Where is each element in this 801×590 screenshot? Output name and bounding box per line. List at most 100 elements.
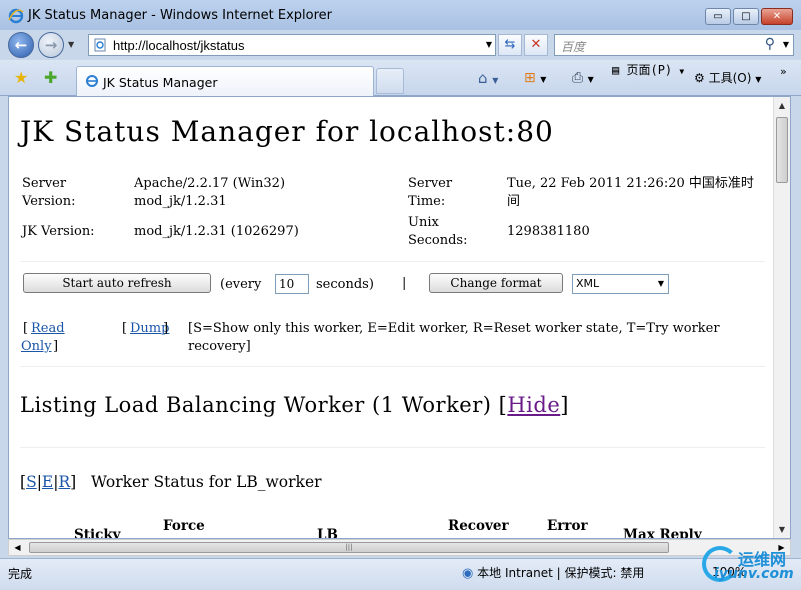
scroll-left-icon[interactable]: ◀ (9, 540, 26, 555)
home-icon[interactable]: ⌂ ▼ (478, 68, 498, 88)
globe-icon: ◉ (462, 566, 474, 581)
page-content: JK Status Manager for localhost:80 Serve… (9, 97, 774, 538)
server-version-value: Apache/2.2.17 (Win32) mod_jk/1.2.31 (134, 176, 286, 209)
scroll-down-icon[interactable]: ▼ (774, 521, 790, 538)
close-button[interactable]: ✕ (761, 8, 793, 25)
chevron-more-icon[interactable]: » (780, 62, 787, 82)
jk-version-value: mod_jk/1.2.31 (1026297) (134, 224, 299, 239)
new-tab-button[interactable] (376, 68, 404, 94)
worker-status-title: Worker Status for LB_worker (91, 473, 322, 491)
jk-version-label: JK Version: (22, 224, 95, 239)
feeds-icon[interactable]: ⊞ ▼ (524, 68, 546, 88)
column-header-lb: LB (317, 527, 338, 539)
unix-seconds-value: 1298381180 (507, 224, 590, 239)
format-select-value: XML (576, 277, 600, 290)
forward-arrow-icon: → (44, 36, 58, 54)
maximize-icon: □ (741, 11, 751, 22)
every-label: (every (220, 277, 262, 292)
security-zone-label: 本地 Intranet | 保护模式: 禁用 (477, 566, 645, 580)
horizontal-scrollbar[interactable]: ◀ ||| ▶ (8, 539, 791, 556)
refresh-button[interactable]: ⇆ (498, 34, 522, 56)
back-button[interactable]: ← (8, 32, 34, 58)
page-menu-label: 页面(P) (626, 63, 673, 77)
horizontal-scroll-thumb[interactable]: ||| (29, 542, 669, 553)
search-input[interactable]: 百度 ⚲ ▼ (554, 34, 794, 56)
unix-seconds-label: Unix Seconds: (408, 215, 468, 248)
window-title: JK Status Manager - Windows Internet Exp… (28, 8, 333, 23)
dump-open-bracket: [ (122, 321, 128, 336)
hide-link[interactable]: Hide (507, 393, 560, 417)
minimize-button[interactable]: ▭ (705, 8, 731, 25)
stop-button[interactable]: ✕ (524, 34, 548, 56)
history-dropdown-icon[interactable]: ▼ (68, 40, 74, 49)
edit-worker-link[interactable]: E (42, 473, 53, 491)
tools-menu[interactable]: ⚙ 工具(O) ▼ (694, 68, 761, 88)
dump-close-bracket: ] (163, 321, 169, 336)
change-format-button[interactable]: Change format (429, 273, 563, 293)
tab-jk-status-manager[interactable]: JK Status Manager (76, 66, 374, 96)
column-header-sticky: Sticky (74, 527, 121, 539)
legend-text: [S=Show only this worker, E=Edit worker,… (188, 321, 720, 354)
watermark-line2: iyunv.com (714, 566, 794, 582)
status-bar: 完成 ◉ 本地 Intranet | 保护模式: 禁用 100% (0, 558, 801, 590)
column-header-max-reply: Max Reply (623, 527, 702, 539)
ie-logo-icon (8, 8, 24, 24)
vertical-scrollbar[interactable]: ▲ ▼ (773, 97, 790, 538)
worker-status-heading: [S|E|R] Worker Status for LB_worker (20, 473, 322, 491)
section-title: Listing Load Balancing Worker (1 Worker)… (20, 393, 569, 417)
page-title: JK Status Manager for localhost:80 (20, 115, 554, 148)
scroll-up-icon[interactable]: ▲ (774, 97, 790, 114)
address-dropdown-icon[interactable]: ▼ (486, 40, 492, 49)
favorites-star-icon[interactable]: ★ (14, 68, 28, 87)
stop-icon: ✕ (530, 37, 542, 52)
page-menu-icon: ▤ (612, 63, 620, 77)
chevron-down-icon: ▼ (657, 279, 664, 288)
search-icon[interactable]: ⚲ (765, 36, 775, 52)
read-only-link-part1[interactable]: Read (31, 320, 65, 338)
column-header-force: Force (163, 518, 205, 534)
worker-links-close: ] (70, 473, 77, 491)
refresh-interval-input[interactable]: 10 (275, 274, 309, 294)
seconds-label: seconds) (316, 277, 374, 292)
column-header-recover: Recover (448, 518, 509, 534)
divider (20, 366, 765, 367)
vertical-scroll-thumb[interactable] (776, 117, 788, 183)
address-url[interactable]: http://localhost/jkstatus (113, 38, 245, 53)
search-placeholder: 百度 (561, 40, 586, 54)
read-only-open-bracket: [ (23, 321, 29, 336)
status-text: 完成 (8, 567, 33, 581)
ie-page-icon (86, 75, 98, 87)
server-version-label: Server Version: (22, 176, 76, 209)
address-row: ← → ▼ http://localhost/jkstatus ▼ ⇆ ✕ 百度… (0, 30, 801, 60)
print-icon[interactable]: ⎙ ▼ (572, 68, 594, 88)
tab-row: ★ ✚ JK Status Manager ⌂ ▼ ⊞ ▼ ⎙ ▼ ▤ 页面(P… (0, 60, 801, 96)
back-arrow-icon: ← (14, 36, 28, 54)
reset-worker-link[interactable]: R (58, 473, 70, 491)
server-time-value: Tue, 22 Feb 2011 21:26:20 中国标准时间 (507, 176, 754, 209)
format-select[interactable]: XML ▼ (572, 274, 669, 294)
minimize-icon: ▭ (713, 11, 723, 22)
page-viewport: JK Status Manager for localhost:80 Serve… (8, 96, 791, 539)
tab-label: JK Status Manager (103, 75, 218, 90)
page-icon (94, 38, 106, 52)
read-only-link-part2[interactable]: Only (21, 338, 52, 356)
show-worker-link[interactable]: S (26, 473, 37, 491)
server-time-label: Server Time: (408, 176, 453, 209)
section-title-text: Listing Load Balancing Worker (1 Worker) (20, 393, 492, 417)
address-bar[interactable]: http://localhost/jkstatus ▼ (88, 34, 496, 56)
gear-icon: ⚙ (694, 71, 705, 85)
maximize-button[interactable]: □ (733, 8, 759, 25)
search-dropdown-icon[interactable]: ▼ (783, 40, 789, 49)
start-auto-refresh-button[interactable]: Start auto refresh (23, 273, 211, 293)
separator-bar: | (402, 276, 407, 291)
close-icon: ✕ (772, 11, 782, 22)
add-favorites-icon[interactable]: ✚ (44, 68, 57, 87)
read-only-close-bracket: ] (53, 339, 59, 354)
hide-bracket-close: ] (560, 393, 569, 417)
column-header-error: Error (547, 518, 588, 534)
divider (20, 261, 765, 262)
divider (20, 447, 765, 448)
forward-button[interactable]: → (38, 32, 64, 58)
security-zone[interactable]: ◉ 本地 Intranet | 保护模式: 禁用 (462, 564, 644, 581)
refresh-icon: ⇆ (504, 37, 516, 52)
